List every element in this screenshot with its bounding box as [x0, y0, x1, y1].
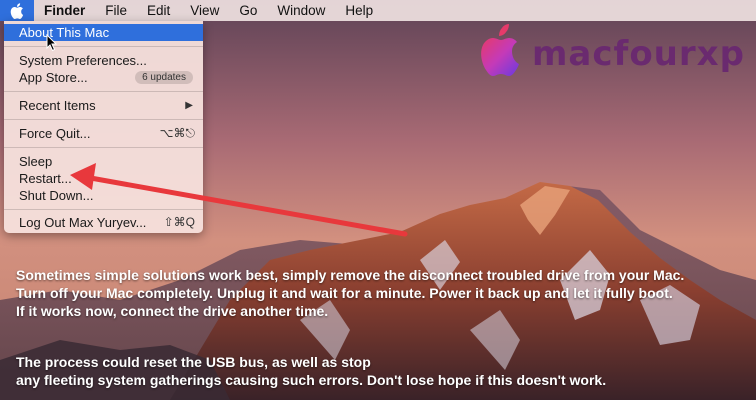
caption-line-4: The process could reset the USB bus, as …: [16, 354, 371, 370]
caption-line-3: If it works now, connect the drive anoth…: [16, 303, 329, 319]
caption-line-1: Sometimes simple solutions work best, si…: [16, 267, 685, 283]
caption-line-2: Turn off your Mac completely. Unplug it …: [16, 285, 673, 301]
annotation-arrow-icon: [70, 163, 408, 237]
caption-line-5: any fleeting system gatherings causing s…: [16, 372, 607, 388]
